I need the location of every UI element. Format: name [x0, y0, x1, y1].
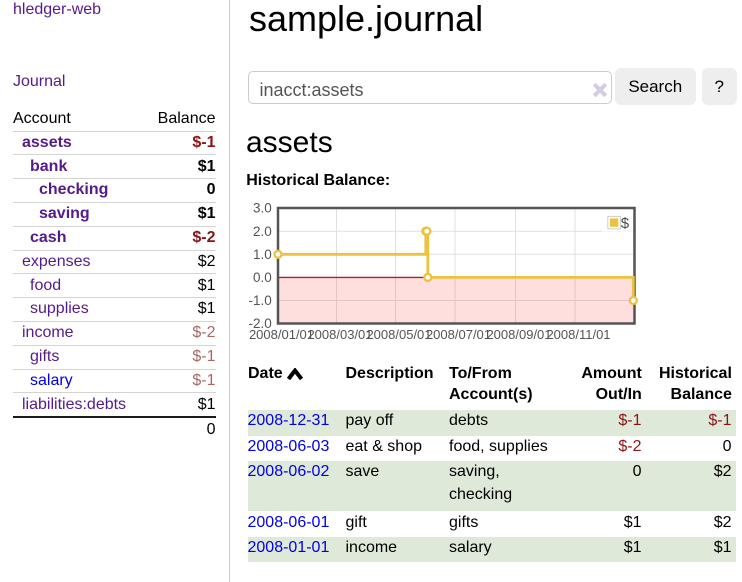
svg-text:2.0: 2.0	[253, 224, 272, 239]
svg-text:$: $	[621, 215, 630, 232]
svg-text:1.0: 1.0	[253, 247, 272, 262]
svg-text:2008/05/01: 2008/05/01	[366, 327, 431, 342]
svg-text:3.0: 3.0	[253, 201, 272, 216]
svg-text:2008/09/01: 2008/09/01	[486, 327, 551, 342]
svg-text:2008/07/01: 2008/07/01	[426, 327, 491, 342]
svg-text:2008/03/01: 2008/03/01	[307, 327, 372, 342]
svg-text:2008/11/01: 2008/11/01	[546, 327, 610, 342]
svg-text:2008/01/01: 2008/01/01	[249, 327, 314, 342]
svg-text:-1.0: -1.0	[249, 293, 272, 308]
svg-text:0.0: 0.0	[253, 270, 272, 285]
